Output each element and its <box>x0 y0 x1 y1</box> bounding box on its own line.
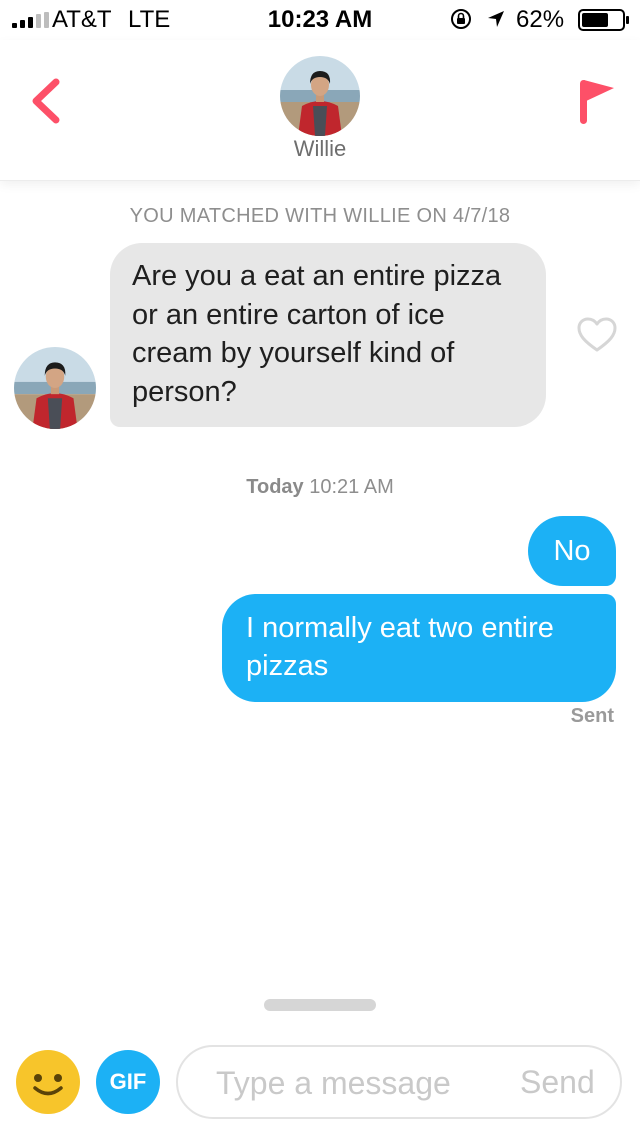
gif-button[interactable]: GIF <box>96 1050 160 1114</box>
sender-avatar[interactable] <box>14 347 96 429</box>
contact-avatar[interactable] <box>280 56 360 136</box>
keyboard-handle[interactable] <box>264 999 376 1011</box>
message-timestamp: Today 10:21 AM <box>0 476 640 499</box>
status-bar: AT&T LTE 10:23 AM 62% <box>0 0 640 40</box>
outgoing-message-bubble[interactable]: No <box>528 516 616 586</box>
outgoing-message-text: No <box>553 535 591 567</box>
outgoing-message-bubble[interactable]: I normally eat two entire pizzas <box>222 594 616 702</box>
incoming-message-bubble[interactable]: Are you a eat an entire pizza or an enti… <box>110 243 546 427</box>
match-date-note: YOU MATCHED WITH WILLIE ON 4/7/18 <box>129 205 511 227</box>
send-button[interactable]: Send <box>520 1064 595 1101</box>
report-flag-icon[interactable] <box>576 76 618 128</box>
like-heart-icon[interactable] <box>576 316 618 354</box>
timestamp-time: 10:21 AM <box>309 476 394 498</box>
battery-percent: 62% <box>516 6 565 33</box>
chat-header: Willie <box>0 40 640 181</box>
battery-icon <box>578 9 629 31</box>
delivery-status: Sent <box>570 705 614 727</box>
timestamp-day: Today <box>246 476 304 498</box>
emoji-icon[interactable] <box>15 1049 81 1115</box>
message-input[interactable] <box>216 1063 496 1103</box>
incoming-message-text: Are you a eat an entire pizza or an enti… <box>132 260 502 408</box>
contact-name[interactable]: Willie <box>0 136 640 162</box>
back-chevron-icon[interactable] <box>26 76 66 126</box>
message-composer: Send <box>176 1045 622 1119</box>
outgoing-message-text: I normally eat two entire pizzas <box>246 612 554 682</box>
rotation-lock-icon <box>451 9 471 29</box>
location-icon <box>488 11 504 27</box>
chat-screen: AT&T LTE 10:23 AM 62% Willie YOU MATCHED… <box>0 0 640 1136</box>
